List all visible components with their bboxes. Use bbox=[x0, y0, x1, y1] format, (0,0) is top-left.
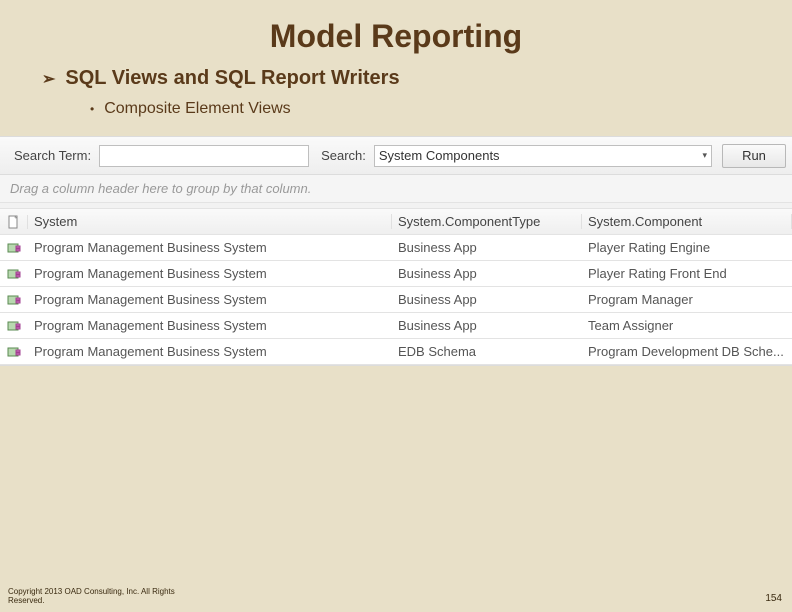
cell-system: Program Management Business System bbox=[28, 344, 392, 359]
component-icon bbox=[7, 345, 21, 359]
cell-component: Program Development DB Sche... bbox=[582, 344, 792, 359]
cell-type: Business App bbox=[392, 240, 582, 255]
row-icon-cell bbox=[0, 267, 28, 281]
row-icon-cell bbox=[0, 293, 28, 307]
copyright-line-2: Reserved. bbox=[8, 596, 175, 606]
bullet-level-1-text: SQL Views and SQL Report Writers bbox=[65, 67, 399, 90]
grid-header-row: System System.ComponentType System.Compo… bbox=[0, 209, 792, 235]
cell-system: Program Management Business System bbox=[28, 266, 392, 281]
dot-bullet-icon: • bbox=[90, 102, 94, 116]
chevron-down-icon: ▾ bbox=[702, 150, 707, 161]
grid-row[interactable]: Program Management Business System Busin… bbox=[0, 261, 792, 287]
grid-header-type[interactable]: System.ComponentType bbox=[392, 214, 582, 229]
cell-component: Team Assigner bbox=[582, 318, 792, 333]
cell-type: EDB Schema bbox=[392, 344, 582, 359]
run-button[interactable]: Run bbox=[722, 144, 786, 168]
row-icon-cell bbox=[0, 345, 28, 359]
cell-component: Program Manager bbox=[582, 292, 792, 307]
search-term-label: Search Term: bbox=[14, 148, 91, 163]
grid-header-icon-cell[interactable] bbox=[0, 215, 28, 229]
grid-row[interactable]: Program Management Business System EDB S… bbox=[0, 339, 792, 365]
bullet-level-2-text: Composite Element Views bbox=[104, 100, 290, 118]
grid-header-component[interactable]: System.Component bbox=[582, 214, 792, 229]
copyright-footer: Copyright 2013 OAD Consulting, Inc. All … bbox=[8, 587, 175, 606]
copyright-line-1: Copyright 2013 OAD Consulting, Inc. All … bbox=[8, 587, 175, 597]
search-term-input[interactable] bbox=[99, 145, 309, 167]
grid-row[interactable]: Program Management Business System Busin… bbox=[0, 235, 792, 261]
component-icon bbox=[7, 293, 21, 307]
document-icon bbox=[7, 215, 21, 229]
cell-component: Player Rating Engine bbox=[582, 240, 792, 255]
grid-row[interactable]: Program Management Business System Busin… bbox=[0, 287, 792, 313]
cell-type: Business App bbox=[392, 292, 582, 307]
component-icon bbox=[7, 267, 21, 281]
bullet-level-1: ➢ SQL Views and SQL Report Writers bbox=[42, 67, 792, 90]
results-grid: System System.ComponentType System.Compo… bbox=[0, 209, 792, 365]
search-type-dropdown[interactable]: System Components ▾ bbox=[374, 145, 712, 167]
search-label: Search: bbox=[321, 148, 366, 163]
cell-component: Player Rating Front End bbox=[582, 266, 792, 281]
triangle-bullet-icon: ➢ bbox=[42, 69, 55, 89]
grid-row[interactable]: Program Management Business System Busin… bbox=[0, 313, 792, 339]
app-screenshot-panel: Search Term: Search: System Components ▾… bbox=[0, 136, 792, 366]
grid-header-system[interactable]: System bbox=[28, 214, 392, 229]
cell-type: Business App bbox=[392, 318, 582, 333]
component-icon bbox=[7, 319, 21, 333]
row-icon-cell bbox=[0, 241, 28, 255]
run-button-label: Run bbox=[742, 148, 766, 163]
search-dropdown-selected: System Components bbox=[379, 148, 500, 163]
row-icon-cell bbox=[0, 319, 28, 333]
cell-system: Program Management Business System bbox=[28, 318, 392, 333]
cell-system: Program Management Business System bbox=[28, 292, 392, 307]
slide-title: Model Reporting bbox=[0, 0, 792, 67]
group-by-hint[interactable]: Drag a column header here to group by th… bbox=[0, 175, 792, 203]
cell-system: Program Management Business System bbox=[28, 240, 392, 255]
page-number: 154 bbox=[765, 593, 782, 604]
bullet-level-2: • Composite Element Views bbox=[90, 100, 792, 118]
component-icon bbox=[7, 241, 21, 255]
search-toolbar: Search Term: Search: System Components ▾… bbox=[0, 137, 792, 175]
cell-type: Business App bbox=[392, 266, 582, 281]
